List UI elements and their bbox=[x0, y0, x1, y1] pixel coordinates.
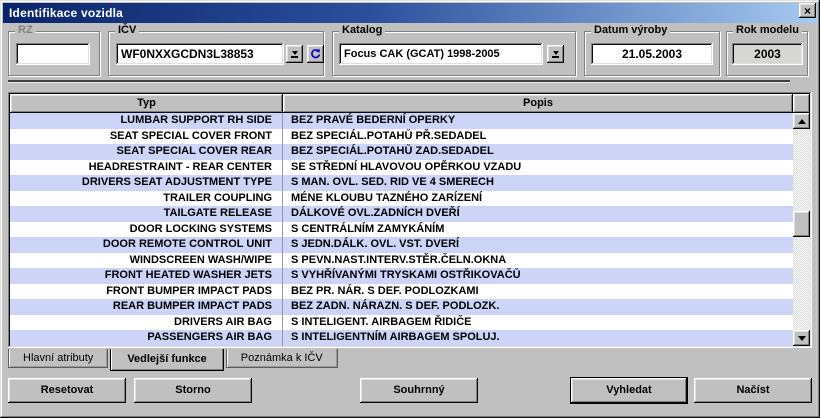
katalog-dropdown-button[interactable] bbox=[547, 45, 564, 63]
table-row[interactable]: FRONT BUMPER IMPACT PADSBEZ PR. NÁR. S D… bbox=[10, 284, 793, 300]
tab-poznamka-k-icv[interactable]: Poznámka k IČV bbox=[226, 349, 338, 368]
table-cell-popis: S MAN. OVL. SED. RID VE 4 SMERECH bbox=[283, 175, 793, 191]
table-cell-typ: SEAT SPECIAL COVER FRONT bbox=[10, 129, 283, 145]
groupbox-rz: RZ bbox=[8, 31, 100, 76]
scrollbar-track[interactable] bbox=[793, 129, 810, 330]
table-cell-typ: TAILGATE RELEASE bbox=[10, 206, 283, 222]
table-row[interactable]: REAR BUMPER IMPACT PADSBEZ ZADN. NÁRAZN.… bbox=[10, 299, 793, 315]
table-cell-typ: DOOR REMOTE CONTROL UNIT bbox=[10, 237, 283, 253]
groupbox-katalog: Katalog bbox=[332, 31, 576, 76]
table-cell-popis: S VYHŘÍVANÝMI TRYSKAMI OSTŘIKOVAČŮ bbox=[283, 268, 793, 284]
icv-dropdown-button[interactable] bbox=[286, 45, 303, 63]
groupbox-datum-vyroby: Datum výroby bbox=[584, 31, 720, 76]
scroll-up-icon bbox=[798, 119, 806, 124]
close-icon: × bbox=[804, 5, 811, 17]
vyhledat-button[interactable]: Vyhledat bbox=[570, 377, 688, 404]
table-row[interactable]: WINDSCREEN WASH/WIPES PEVN.NAST.INTERV.S… bbox=[10, 253, 793, 269]
scroll-up-button[interactable] bbox=[793, 113, 810, 129]
table-cell-typ: FRONT HEATED WASHER JETS bbox=[10, 268, 283, 284]
table-cell-typ: DRIVERS AIR BAG bbox=[10, 315, 283, 331]
table-body: LUMBAR SUPPORT RH SIDEBEZ PRAVÉ BEDERNÍ … bbox=[10, 113, 793, 346]
table-row[interactable]: PASSENGERS AIR BAGS INTELIGENTNÍM AIRBAG… bbox=[10, 330, 793, 346]
table-cell-typ: LUMBAR SUPPORT RH SIDE bbox=[10, 113, 283, 129]
datum-vyroby-input[interactable] bbox=[591, 43, 713, 65]
table-header: Typ Popis bbox=[10, 94, 810, 113]
katalog-input[interactable] bbox=[339, 43, 543, 65]
dropdown-arrow-icon bbox=[291, 51, 298, 58]
table-cell-popis: BEZ ZADN. NÁRAZN. S DEF. PODLOZK. bbox=[283, 299, 793, 315]
icv-refresh-button[interactable] bbox=[307, 45, 324, 63]
dropdown-arrow-icon bbox=[552, 51, 559, 58]
rz-input[interactable] bbox=[16, 43, 90, 65]
table-row[interactable]: TAILGATE RELEASEDÁLKOVÉ OVL.ZADNÍCH DVEŘ… bbox=[10, 206, 793, 222]
rok-modelu-value bbox=[732, 43, 803, 65]
column-header-typ[interactable]: Typ bbox=[10, 94, 283, 113]
tab-hlavni-atributy[interactable]: Hlavní atributy bbox=[8, 349, 108, 368]
table-cell-popis: S CENTRÁLNÍM ZAMYKÁNÍM bbox=[283, 222, 793, 238]
groupbox-rok-modelu: Rok modelu bbox=[726, 31, 808, 76]
table-cell-popis: S INTELIGENTNÍM AIRBAGEM SPOLUJ. bbox=[283, 330, 793, 346]
souhrnny-button[interactable]: Souhrnný bbox=[360, 378, 478, 403]
icv-input[interactable] bbox=[116, 43, 284, 65]
window-title: Identifikace vozidla bbox=[9, 6, 123, 20]
table-row[interactable]: TRAILER COUPLINGMÉNE KLOUBU TAZNÉHO ZARÍ… bbox=[10, 191, 793, 207]
table-cell-popis: BEZ SPECIÁL.POTAHŮ ZAD.SEDADEL bbox=[283, 144, 793, 160]
katalog-label: Katalog bbox=[339, 24, 385, 36]
table-row[interactable]: SEAT SPECIAL COVER REARBEZ SPECIÁL.POTAH… bbox=[10, 144, 793, 160]
table-cell-typ: TRAILER COUPLING bbox=[10, 191, 283, 207]
rz-label: RZ bbox=[15, 24, 36, 36]
table-cell-popis: S PEVN.NAST.INTERV.STĚR.ČELN.OKNA bbox=[283, 253, 793, 269]
table-cell-typ: WINDSCREEN WASH/WIPE bbox=[10, 253, 283, 269]
table-cell-typ: FRONT BUMPER IMPACT PADS bbox=[10, 284, 283, 300]
table-cell-popis: S INTELIGENT. AIRBAGEM ŘIDIČE bbox=[283, 315, 793, 331]
table-cell-popis: MÉNE KLOUBU TAZNÉHO ZARÍZENÍ bbox=[283, 191, 793, 207]
attributes-table: Typ Popis LUMBAR SUPPORT RH SIDEBEZ PRAV… bbox=[8, 92, 812, 348]
table-cell-popis: BEZ SPECIÁL.POTAHŮ PŘ.SEDADEL bbox=[283, 129, 793, 145]
scroll-down-icon bbox=[798, 336, 806, 341]
rok-modelu-label: Rok modelu bbox=[733, 24, 802, 36]
table-cell-typ: PASSENGERS AIR BAG bbox=[10, 330, 283, 346]
table-cell-typ: DRIVERS SEAT ADJUSTMENT TYPE bbox=[10, 175, 283, 191]
close-button[interactable]: × bbox=[799, 3, 816, 18]
scrollbar-thumb[interactable] bbox=[793, 211, 810, 237]
tab-vedlejsi-funkce[interactable]: Vedlejší funkce bbox=[110, 349, 223, 371]
table-row[interactable]: LUMBAR SUPPORT RH SIDEBEZ PRAVÉ BEDERNÍ … bbox=[10, 113, 793, 129]
separator-line bbox=[8, 80, 790, 83]
table-cell-typ: DOOR LOCKING SYSTEMS bbox=[10, 222, 283, 238]
icv-label: IČV bbox=[115, 24, 139, 36]
column-header-popis[interactable]: Popis bbox=[283, 94, 793, 113]
table-row[interactable]: DOOR LOCKING SYSTEMSS CENTRÁLNÍM ZAMYKÁN… bbox=[10, 222, 793, 238]
refresh-icon bbox=[310, 48, 321, 60]
table-cell-popis: BEZ PR. NÁR. S DEF. PODLOZKAMI bbox=[283, 284, 793, 300]
table-cell-typ: REAR BUMPER IMPACT PADS bbox=[10, 299, 283, 315]
scroll-down-button[interactable] bbox=[793, 330, 810, 346]
table-row[interactable]: SEAT SPECIAL COVER FRONTBEZ SPECIÁL.POTA… bbox=[10, 129, 793, 145]
vertical-scrollbar[interactable] bbox=[793, 113, 810, 346]
table-row[interactable]: FRONT HEATED WASHER JETSS VYHŘÍVANÝMI TR… bbox=[10, 268, 793, 284]
table-row[interactable]: DRIVERS AIR BAGS INTELIGENT. AIRBAGEM ŘI… bbox=[10, 315, 793, 331]
storno-button[interactable]: Storno bbox=[134, 378, 252, 403]
table-row[interactable]: HEADRESTRAINT - REAR CENTERSE STŘEDNÍ HL… bbox=[10, 160, 793, 176]
titlebar: Identifikace vozidla bbox=[3, 3, 817, 23]
table-cell-popis: S JEDN.DÁLK. OVL. VST. DVERÍ bbox=[283, 237, 793, 253]
table-cell-typ: HEADRESTRAINT - REAR CENTER bbox=[10, 160, 283, 176]
table-cell-typ: SEAT SPECIAL COVER REAR bbox=[10, 144, 283, 160]
tab-bar: Hlavní atributy Vedlejší funkce Poznámka… bbox=[8, 349, 340, 371]
dialog-window: Identifikace vozidla × RZ IČV Katalog bbox=[0, 0, 820, 418]
groupbox-icv: IČV bbox=[108, 31, 324, 76]
table-cell-popis: DÁLKOVÉ OVL.ZADNÍCH DVEŘÍ bbox=[283, 206, 793, 222]
table-cell-popis: SE STŘEDNÍ HLAVOVOU OPĚRKOU VZADU bbox=[283, 160, 793, 176]
table-row[interactable]: DRIVERS SEAT ADJUSTMENT TYPES MAN. OVL. … bbox=[10, 175, 793, 191]
nacist-button[interactable]: Načíst bbox=[694, 378, 812, 403]
table-header-filler bbox=[793, 94, 810, 113]
resetovat-button[interactable]: Resetovat bbox=[8, 378, 126, 403]
datum-vyroby-label: Datum výroby bbox=[591, 24, 670, 36]
table-row[interactable]: DOOR REMOTE CONTROL UNITS JEDN.DÁLK. OVL… bbox=[10, 237, 793, 253]
table-cell-popis: BEZ PRAVÉ BEDERNÍ OPERKY bbox=[283, 113, 793, 129]
